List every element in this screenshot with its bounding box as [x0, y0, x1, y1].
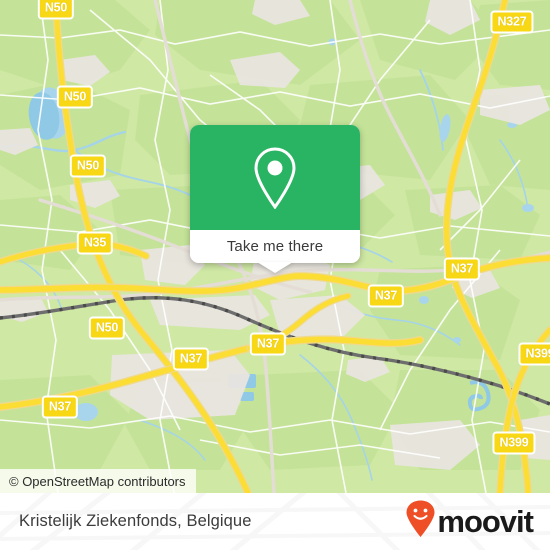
road-shield-n327: N327: [490, 10, 534, 34]
popup-header: [190, 125, 360, 230]
moovit-logo[interactable]: moovit: [405, 493, 534, 550]
map-pin-icon: [249, 146, 301, 209]
road-shield-n37: N37: [249, 332, 287, 356]
road-shield-n37: N37: [172, 347, 210, 371]
map-view[interactable]: N50 N327 N50 N50 N35 N37 N37 N50 N37 N37 N399 N37 N3…: [0, 0, 550, 493]
footer-bar: Kristelijk Ziekenfonds, Belgique moovit: [0, 493, 550, 550]
road-shield-n50: N50: [56, 85, 94, 109]
road-shield-n50: N50: [88, 316, 126, 340]
road-shield-n399: N399: [518, 342, 550, 366]
road-shield-n37: N37: [443, 257, 481, 281]
popup-tail-pointer: [257, 262, 293, 273]
road-shield-n37: N37: [367, 284, 405, 308]
road-shield-n50: N50: [37, 0, 75, 20]
road-shield-n37: N37: [41, 395, 79, 419]
moovit-map-screen: N50 N327 N50 N50 N35 N37 N37 N50 N37 N37 N399 N37 N3…: [0, 0, 550, 550]
destination-popup-card[interactable]: Take me there: [190, 125, 360, 273]
place-title: Kristelijk Ziekenfonds, Belgique: [19, 512, 252, 530]
road-shield-n35: N35: [76, 231, 114, 255]
map-attribution[interactable]: © OpenStreetMap contributors: [0, 469, 196, 493]
road-shield-n399: N399: [492, 431, 536, 455]
road-shield-n50: N50: [69, 154, 107, 178]
moovit-wordmark: moovit: [437, 504, 534, 539]
take-me-there-button[interactable]: Take me there: [190, 230, 360, 263]
moovit-pin-smiley-icon: [405, 500, 436, 543]
